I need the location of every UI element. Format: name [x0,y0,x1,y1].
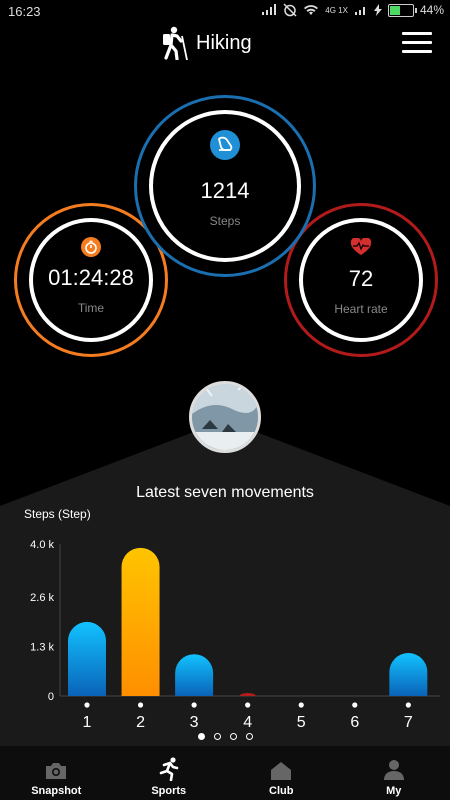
x-tick-label: 1 [83,714,92,731]
tab-label: Sports [151,785,187,797]
steps-bar-chart: 4.0 k 2.6 k 1.3 k 0 1 2 3 4 5 6 7 [30,539,440,731]
camera-icon [46,763,67,779]
person-icon [383,760,404,780]
status-bar: 16:23 4G 1X 44% [0,0,450,24]
signal-icon [262,4,277,15]
bar-1 [68,621,106,696]
menu-icon-bar [402,41,432,44]
heart-rate-value: 72 [348,266,374,291]
y-tick-label: 4.0 k [30,539,54,551]
menu-button[interactable] [402,32,432,54]
steps-value: 1214 [200,178,250,203]
tab-my[interactable]: My [338,746,450,800]
x-tick-label: 5 [297,714,306,731]
page-dot[interactable] [197,733,205,740]
page-dot[interactable] [245,733,253,740]
bar-7 [389,653,428,696]
alarm-off-icon [283,3,297,17]
x-tick-dot [191,702,197,708]
status-icons: 4G 1X 44% [261,3,444,17]
charging-icon [373,4,382,16]
heart-rate-ring: 72 Heart rate [284,203,438,357]
tab-label: Snapshot [31,785,82,797]
bar-2 [121,547,160,696]
network-label: 4G 1X [325,5,348,15]
x-tick-label: 7 [404,714,413,731]
heart-rate-icon [350,238,372,255]
activity-photo[interactable] [189,381,261,453]
page-title: Hiking [196,31,252,54]
bar-3 [175,654,214,696]
x-tick-dot [352,702,358,708]
page-indicator [0,733,450,740]
tab-sports[interactable]: Sports [113,746,226,800]
chart-title: Latest seven movements [136,484,314,501]
x-tick-label: 2 [136,714,145,731]
bottom-tab-bar: Snapshot Sports Club My [0,746,450,800]
photo-scene [192,384,258,450]
battery-icon [387,3,417,17]
battery-percent: 44% [419,3,444,17]
page-dot[interactable] [213,733,221,740]
x-tick-label: 3 [190,714,199,731]
tab-label: My [386,785,402,797]
chart-y-label: Steps (Step) [24,507,91,521]
x-tick-dot [405,702,411,708]
y-tick-label: 0 [48,691,54,703]
runner-icon [159,757,179,781]
hiker-icon [163,26,188,60]
menu-icon-bar [402,50,432,53]
steps-label: Steps [209,214,241,228]
steps-ring: 1214 Steps [134,95,316,277]
tab-label: Club [269,785,294,797]
home-icon [271,762,292,780]
page-dot[interactable] [229,733,237,740]
signal-icon-2 [354,7,365,15]
time-label: Time [77,301,105,315]
sport-selector[interactable]: Hiking [160,26,252,60]
wifi-icon [304,5,319,15]
time-value: 01:24:28 [48,265,134,290]
bar-4 [239,693,256,696]
tab-club[interactable]: Club [225,746,338,800]
x-tick-label: 6 [350,714,359,731]
x-tick-dot [137,702,144,708]
footprint-icon [210,130,240,160]
y-tick-label: 1.3 k [30,642,54,654]
y-tick-label: 2.6 k [30,592,54,604]
tab-snapshot[interactable]: Snapshot [0,746,113,800]
app-header: Hiking [0,26,450,72]
x-tick-dot [84,702,90,708]
menu-icon-bar [402,32,432,35]
x-tick-dot [298,702,304,708]
x-tick-dot [245,702,251,708]
status-time: 16:23 [8,4,41,19]
stopwatch-icon [81,237,101,257]
x-tick-label: 4 [243,714,252,731]
heart-rate-label: Heart rate [334,302,388,316]
